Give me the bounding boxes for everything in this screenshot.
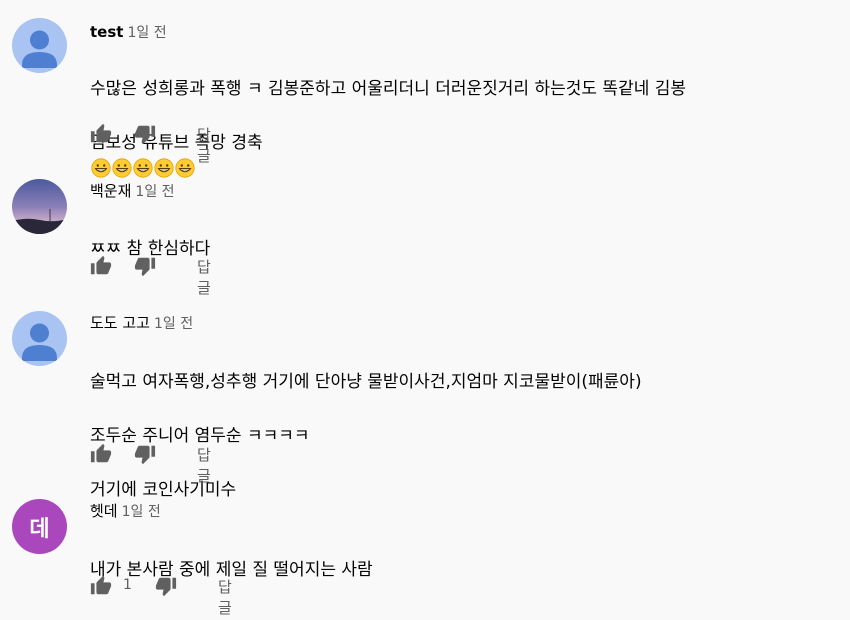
comment-author[interactable]: 도도 고고: [90, 314, 150, 332]
dislike-button[interactable]: [155, 575, 177, 597]
thumbs-down-icon: [134, 257, 156, 277]
like-count: 1: [123, 577, 132, 593]
thumbs-up-icon: [90, 123, 112, 143]
grinning-face-icon: [91, 158, 111, 178]
thumbs-up-icon: [90, 575, 112, 595]
like-button[interactable]: [90, 123, 112, 145]
comment-text: 술먹고 여자폭행,성추행 거기에 단아냥 물받이사건,지엄마 지코물받이(패륜아…: [90, 342, 642, 531]
emoji-group: [90, 158, 195, 180]
avatar[interactable]: [12, 311, 67, 366]
comment-time[interactable]: 1일 전: [135, 184, 174, 200]
comment-header: 헷데 1일 전: [90, 501, 161, 522]
avatar[interactable]: [12, 179, 67, 234]
comment-time[interactable]: 1일 전: [122, 504, 161, 520]
grinning-face-icon: [154, 158, 174, 178]
avatar[interactable]: [12, 18, 67, 73]
avatar[interactable]: 데: [12, 499, 67, 554]
default-avatar-icon: [12, 18, 67, 73]
like-button[interactable]: [90, 255, 112, 277]
comment-line: 거기에 코인사기미수: [90, 480, 237, 500]
avatar-letter: 데: [29, 516, 50, 542]
dislike-button[interactable]: [134, 123, 156, 145]
comment-line: 술먹고 여자폭행,성추행 거기에 단아냥 물받이사건,지엄마 지코물받이(패륜아…: [90, 372, 642, 392]
comment-header: 백운재 1일 전: [90, 181, 175, 202]
thumbs-down-icon: [134, 445, 156, 465]
thumbs-up-icon: [90, 443, 112, 463]
thumbs-down-icon: [155, 577, 177, 597]
grinning-face-icon: [133, 158, 153, 178]
comment-time[interactable]: 1일 전: [154, 316, 193, 332]
reply-button[interactable]: 답글: [218, 576, 232, 618]
dislike-button[interactable]: [134, 443, 156, 465]
comment-line: 조두순 주니어 염두순 ㅋㅋㅋㅋ: [90, 426, 310, 446]
comment-author[interactable]: 헷데: [90, 502, 118, 520]
comment-line: 수많은 성희롱과 폭행 ㅋ 김봉준하고 어울리더니 더러운짓거리 하는것도 똑같…: [90, 79, 687, 99]
reply-button[interactable]: 답글: [197, 256, 211, 298]
comment-author[interactable]: 백운재: [90, 182, 131, 200]
grinning-face-icon: [175, 158, 195, 178]
like-button[interactable]: [90, 575, 112, 597]
comment-author[interactable]: test: [90, 23, 123, 41]
comment-line-text: 염보성 유튜브 족망 경축: [90, 133, 263, 153]
comment-time[interactable]: 1일 전: [127, 25, 166, 41]
thumbs-up-icon: [90, 255, 112, 275]
like-button[interactable]: [90, 443, 112, 465]
grinning-face-icon: [112, 158, 132, 178]
photo-avatar-icon: [12, 179, 67, 234]
comment-header: test 1일 전: [90, 22, 167, 43]
comment-text: ㅉㅉ 참 한심하다: [90, 209, 210, 290]
default-avatar-icon: [12, 311, 67, 366]
comment-header: 도도 고고 1일 전: [90, 313, 193, 334]
reply-button[interactable]: 답글: [197, 124, 211, 166]
thumbs-down-icon: [134, 125, 156, 145]
dislike-button[interactable]: [134, 255, 156, 277]
reply-button[interactable]: 답글: [197, 444, 211, 486]
comment-line: 염보성 유튜브 족망 경축: [90, 130, 686, 184]
comment-text: 수많은 성희롱과 폭행 ㅋ 김봉준하고 어울리더니 더러운짓거리 하는것도 똑같…: [90, 49, 686, 211]
